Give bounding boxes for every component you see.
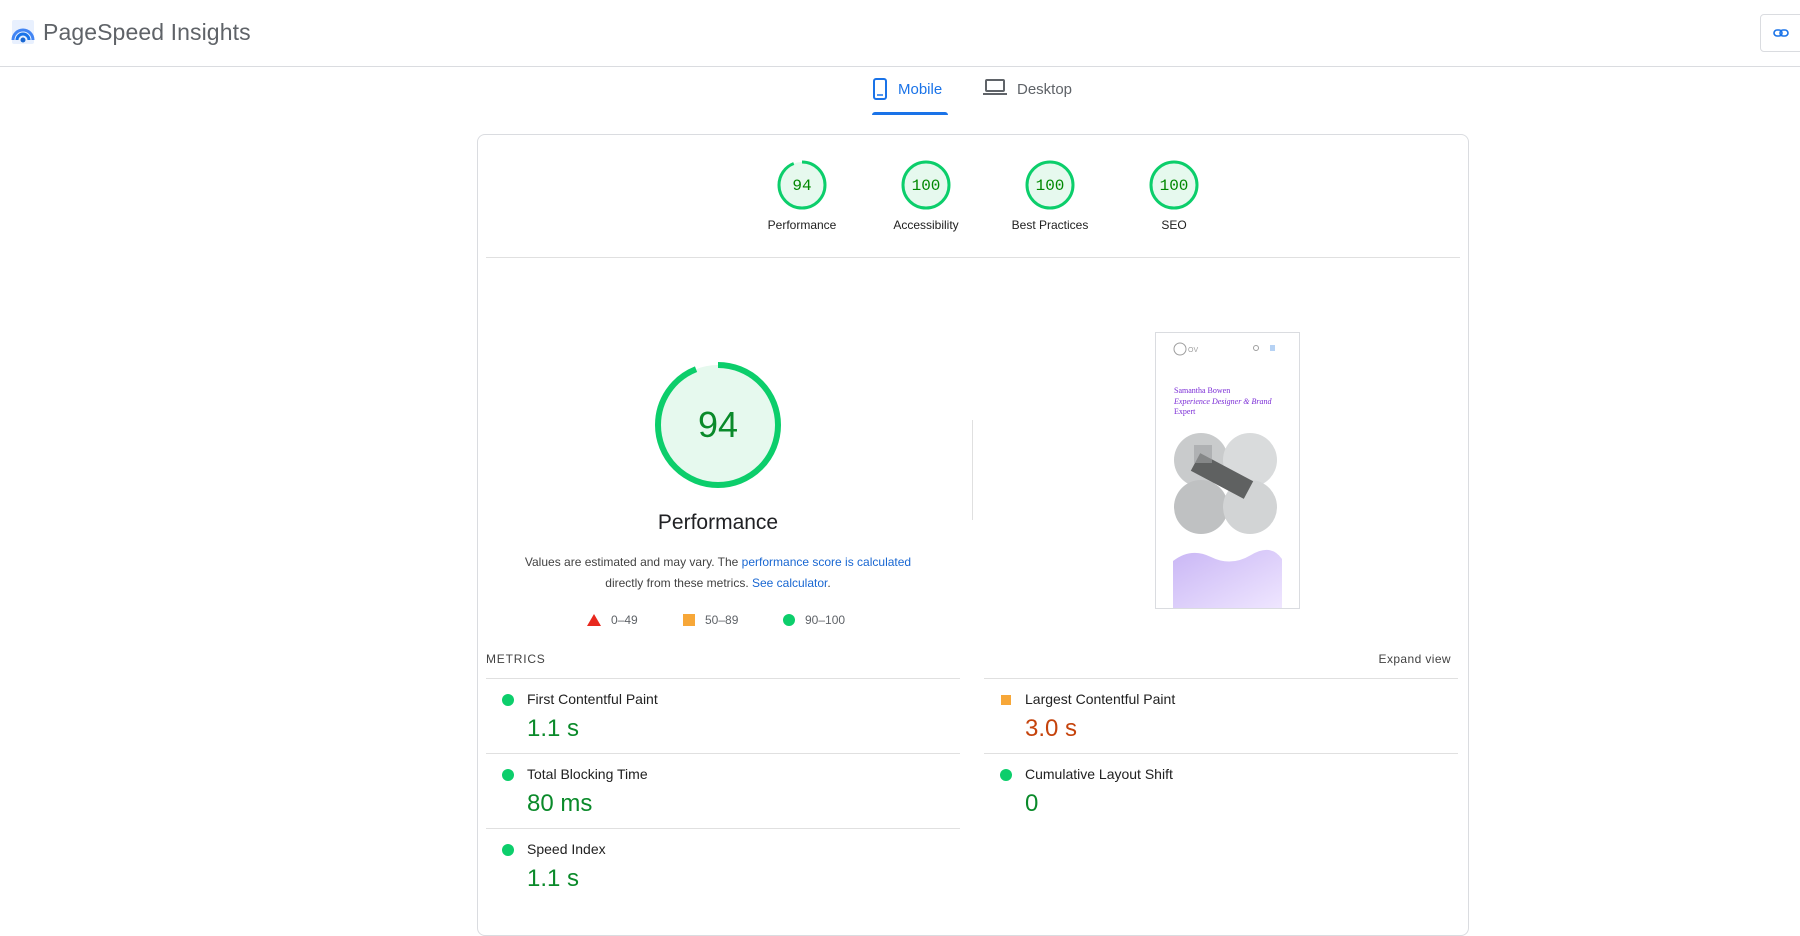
metric-name: Total Blocking Time: [527, 766, 648, 782]
performance-score-link[interactable]: performance score is calculated: [742, 555, 911, 569]
report-card: 94 Performance 100 Accessibility 100 Bes…: [477, 134, 1469, 936]
pass-indicator-icon: [502, 769, 514, 781]
pass-indicator-icon: [1000, 769, 1012, 781]
metric-name: Cumulative Layout Shift: [1025, 766, 1173, 782]
gauge-value-accessibility: 100: [912, 177, 941, 195]
gauge-best-practices[interactable]: 100 Best Practices: [988, 159, 1112, 232]
page-screenshot-preview: OV Samantha Bowen Experience Designer & …: [1155, 332, 1300, 609]
square-icon: [683, 614, 695, 626]
gauge-ring-accessibility: 100: [901, 160, 951, 210]
link-icon: [1773, 29, 1789, 37]
performance-description: Values are estimated and may vary. The p…: [508, 552, 928, 594]
triangle-icon: [587, 614, 601, 626]
tab-mobile-label: Mobile: [898, 81, 943, 98]
metrics-heading: METRICS: [486, 652, 546, 666]
top-app-bar: PageSpeed Insights: [0, 0, 1800, 67]
metric-value: 0: [1025, 790, 1039, 817]
tab-desktop-label: Desktop: [1017, 81, 1073, 98]
tab-mobile[interactable]: Mobile: [872, 78, 942, 116]
metric-total-blocking-time: Total Blocking Time 80 ms: [486, 753, 960, 828]
gauge-ring-performance: 94: [777, 160, 827, 210]
vertical-divider: [972, 420, 973, 520]
tab-desktop[interactable]: Desktop: [983, 78, 1072, 116]
legend-range-fail: 0–49: [611, 613, 638, 627]
gauge-performance[interactable]: 94 Performance: [740, 159, 864, 232]
gauge-ring-seo: 100: [1149, 160, 1199, 210]
metric-value: 80 ms: [527, 790, 593, 817]
legend-range-average: 50–89: [705, 613, 739, 627]
metric-speed-index: Speed Index 1.1 s: [486, 828, 960, 903]
legend-item-pass: 90–100: [783, 613, 845, 627]
gauge-seo[interactable]: 100 SEO: [1112, 159, 1236, 232]
performance-score-gauge: 94: [655, 362, 781, 488]
gauge-label-seo: SEO: [1161, 218, 1187, 232]
pagespeed-logo-icon[interactable]: [9, 18, 37, 46]
desc-text-1: Values are estimated and may vary. The: [524, 555, 742, 569]
average-indicator-icon: [1001, 695, 1011, 705]
score-legend: 0–49 50–89 90–100: [478, 613, 958, 633]
metric-name: First Contentful Paint: [527, 691, 658, 707]
metric-first-contentful-paint: First Contentful Paint 1.1 s: [486, 678, 960, 753]
gauge-label-best-practices: Best Practices: [1011, 218, 1089, 232]
laptop-icon: [983, 79, 1007, 95]
device-tabs: Mobile Desktop: [0, 66, 1800, 118]
performance-score-value: 94: [698, 404, 738, 445]
metric-value: 3.0 s: [1025, 715, 1078, 742]
gauges-divider: [486, 257, 1460, 258]
desc-text-3: .: [827, 576, 831, 590]
gauge-label-accessibility: Accessibility: [893, 218, 959, 232]
screenshot-name: Samantha Bowen: [1174, 386, 1230, 395]
gauge-value-best-practices: 100: [1036, 177, 1065, 195]
metric-largest-contentful-paint: Largest Contentful Paint 3.0 s: [984, 678, 1458, 753]
expand-view-button[interactable]: Expand view: [1379, 652, 1451, 666]
pass-indicator-icon: [502, 844, 514, 856]
screenshot-tagline-1: Experience Designer & Brand: [1173, 397, 1273, 406]
copy-link-button[interactable]: [1760, 14, 1800, 52]
category-gauges: 94 Performance 100 Accessibility 100 Bes…: [478, 135, 1468, 257]
gauge-ring-best-practices: 100: [1025, 160, 1075, 210]
legend-item-average: 50–89: [683, 613, 738, 627]
pass-indicator-icon: [502, 694, 514, 706]
gauge-label-performance: Performance: [767, 218, 837, 232]
metric-value: 1.1 s: [527, 715, 580, 742]
smartphone-icon: [873, 78, 887, 100]
gauge-value-performance: 94: [792, 177, 811, 195]
app-title[interactable]: PageSpeed Insights: [43, 19, 251, 46]
desc-text-2: directly from these metrics.: [605, 576, 752, 590]
legend-range-pass: 90–100: [805, 613, 846, 627]
metric-name: Largest Contentful Paint: [1025, 691, 1176, 707]
legend-item-fail: 0–49: [587, 613, 638, 627]
gauge-accessibility[interactable]: 100 Accessibility: [864, 159, 988, 232]
screenshot-image: OV Samantha Bowen Experience Designer & …: [1173, 342, 1282, 608]
screenshot-logo-text: OV: [1188, 347, 1198, 354]
metric-value: 1.1 s: [527, 865, 580, 892]
metric-name: Speed Index: [527, 841, 606, 857]
screenshot-tagline-2: Expert: [1174, 407, 1196, 416]
circle-icon: [783, 614, 795, 626]
see-calculator-link[interactable]: See calculator: [752, 576, 827, 590]
gauge-value-seo: 100: [1160, 177, 1189, 195]
performance-title: Performance: [657, 511, 779, 534]
metric-cumulative-layout-shift: Cumulative Layout Shift 0: [984, 753, 1458, 828]
selected-tab-indicator: [872, 112, 948, 115]
